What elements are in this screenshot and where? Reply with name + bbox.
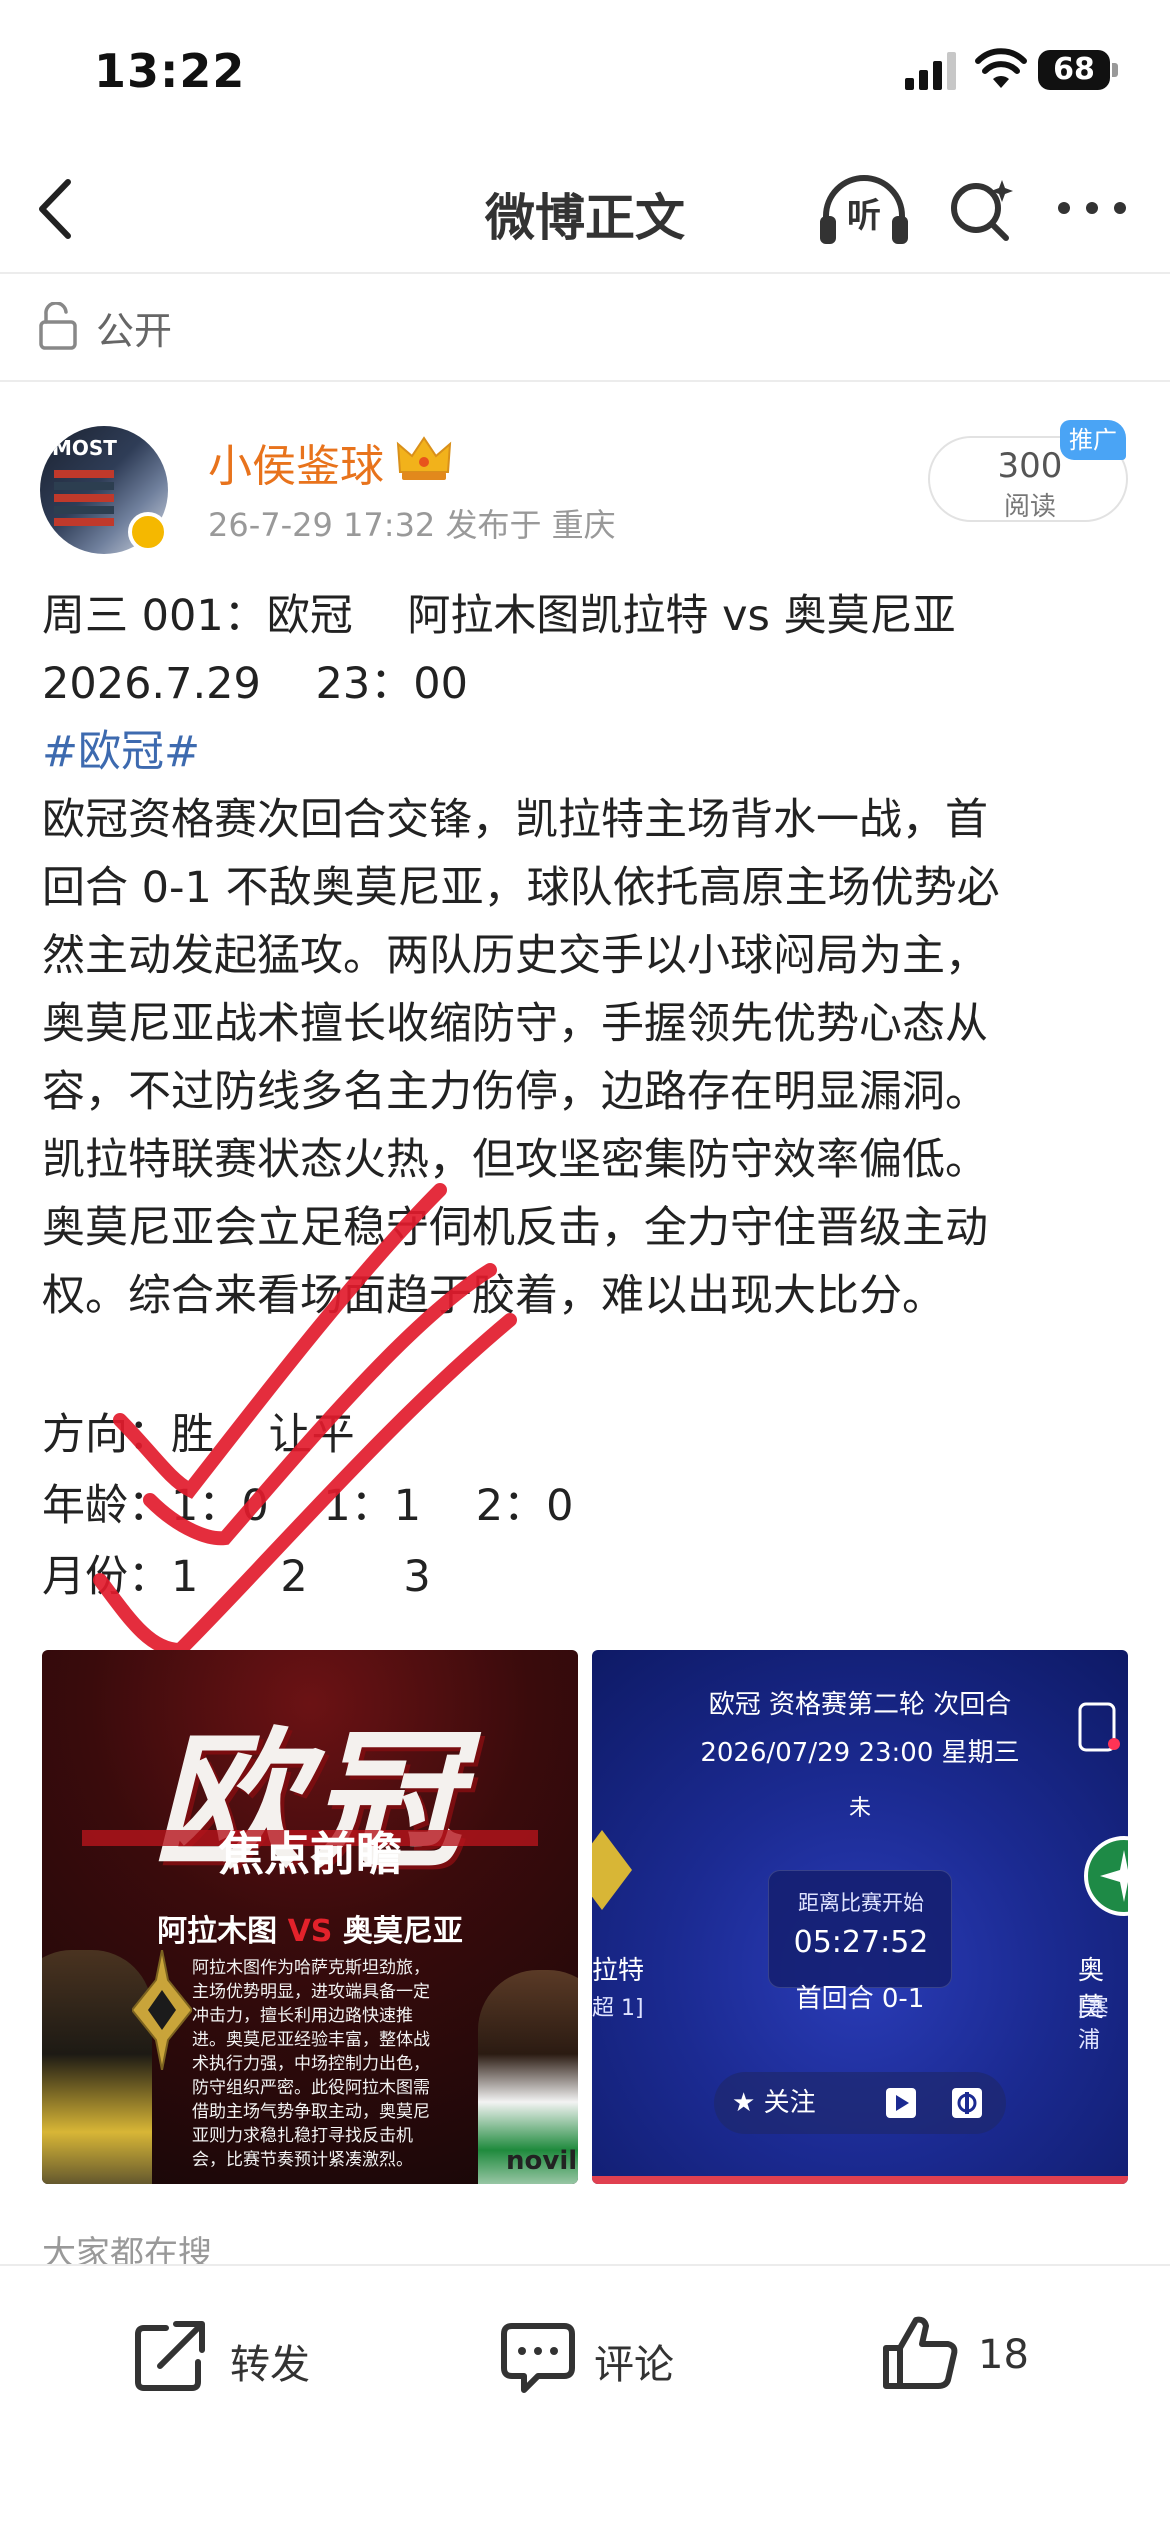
content-line: 容，不过防线多名主力伤停，边路存在明显漏洞。: [42, 1067, 988, 1117]
sponsor-text: novil: [506, 2146, 578, 2176]
comment-button[interactable]: 评论: [498, 2306, 698, 2406]
match-stage: 欧冠 资格赛第二轮 次回合: [708, 1690, 1012, 1720]
like-button[interactable]: 18: [880, 2306, 1080, 2406]
team-away: 奥莫尼亚: [342, 1914, 463, 1949]
page-title: 微博正文: [485, 189, 685, 247]
countdown-box: 距离比赛开始 05:27:52: [768, 1870, 952, 1988]
read-label: 阅读: [1003, 492, 1056, 522]
visibility-label: 公开: [96, 309, 173, 353]
live-audio-icon[interactable]: [950, 2086, 984, 2120]
match-status: 未: [848, 1796, 871, 1821]
nav-bar: 微博正文 听: [0, 150, 1170, 270]
countdown-label: 距离比赛开始: [798, 1891, 924, 1915]
cellular-signal-icon: [905, 52, 956, 90]
image-match-title: 阿拉木图 VS 奥莫尼亚: [42, 1906, 578, 1950]
back-arrow-icon[interactable]: [28, 174, 88, 244]
kairat-badge-icon: [592, 1830, 632, 1910]
bottom-action-bar: 转发 评论 18: [0, 2264, 1170, 2532]
wifi-icon: [975, 48, 1027, 88]
avatar-image-icon: [54, 470, 114, 526]
ai-search-icon[interactable]: [946, 176, 1016, 246]
divider: [0, 272, 1170, 274]
first-leg-score: 首回合 0-1: [795, 1984, 925, 2014]
match-datetime: 2026/07/29 23:00 星期三: [700, 1738, 1020, 1768]
content-line: 周三 001：欧冠 阿拉木图凯拉特 vs 奥莫尼亚: [42, 591, 956, 641]
status-bar: 13:22 68: [0, 0, 1170, 150]
repost-button[interactable]: 转发: [130, 2306, 350, 2406]
follow-label: 关注: [763, 2088, 816, 2118]
comment-label: 评论: [594, 2342, 674, 2388]
listen-button[interactable]: 听: [818, 172, 910, 248]
listen-label: 听: [847, 196, 881, 236]
omonia-badge-icon: [1084, 1836, 1128, 1916]
image-match-preview[interactable]: 欧冠 焦点前瞻 阿拉木图 VS 奥莫尼亚 阿拉木图作为哈萨克斯坦劲旅，主场优势明…: [42, 1650, 578, 2184]
play-icon[interactable]: [884, 2086, 918, 2120]
red-strip: [592, 2176, 1128, 2184]
content-line: 奥莫尼亚战术擅长收缩防守，手握领先优势心态从: [42, 999, 988, 1049]
repost-label: 转发: [230, 2342, 310, 2388]
vs-label: VS: [287, 1914, 333, 1949]
image-preview-text: 阿拉木图作为哈萨克斯坦劲旅，主场优势明显，进攻端具备一定冲击力，擅长利用边路快速…: [192, 1958, 430, 2170]
rotate-screen-icon[interactable]: [1076, 1702, 1120, 1754]
username[interactable]: 小侯鉴球: [208, 430, 384, 494]
verified-badge-icon: [128, 512, 168, 552]
kairat-crest-icon: [132, 1950, 192, 2070]
image-subtitle: 焦点前瞻: [218, 1827, 402, 1881]
thumbs-up-icon: [883, 2316, 958, 2389]
content-line: 回合 0-1 不敌奥莫尼亚，球队依托高原主场优势必: [42, 863, 1000, 913]
status-time: 13:22: [94, 44, 246, 98]
image-match-card[interactable]: 欧冠 资格赛第二轮 次回合 2026/07/29 23:00 星期三 未 拉特 …: [592, 1650, 1128, 2184]
content-line: 欧冠资格赛次回合交锋，凯拉特主场背水一战，首: [42, 795, 988, 845]
battery-icon: 68: [1038, 50, 1118, 90]
hashtag-link[interactable]: #欧冠#: [42, 718, 1132, 786]
post-header: MOST 小侯鉴球 26-7-29 17:32 发布于 重庆 300 阅读 推广: [0, 420, 1170, 560]
countdown-time: 05:27:52: [793, 1925, 929, 1960]
visibility-row: 公开: [0, 290, 1170, 370]
avatar-text: MOST: [52, 436, 117, 460]
more-options-icon[interactable]: [1052, 188, 1132, 228]
content-line: 然主动发起猛攻。两队历史交手以小球闷局为主，: [42, 931, 988, 981]
star-icon: ★: [732, 2088, 764, 2118]
share-icon: [135, 2321, 205, 2391]
promo-badge: 推广: [1060, 420, 1126, 460]
divider: [0, 380, 1170, 382]
team-home: 阿拉木图: [157, 1914, 278, 1949]
follow-button[interactable]: ★ 关注: [732, 2082, 816, 2124]
crown-icon: [396, 436, 452, 480]
match-actions: ★ 关注: [714, 2072, 1006, 2134]
red-checkmark-overlay: [93, 1183, 517, 1658]
post-meta: 26-7-29 17:32 发布于 重庆: [208, 506, 616, 544]
unlock-icon: [39, 302, 77, 350]
battery-level: 68: [1053, 52, 1095, 87]
comment-icon: [501, 2323, 575, 2393]
content-line: 2026.7.29 23：00: [42, 659, 468, 709]
like-count: 18: [978, 2332, 1029, 2378]
